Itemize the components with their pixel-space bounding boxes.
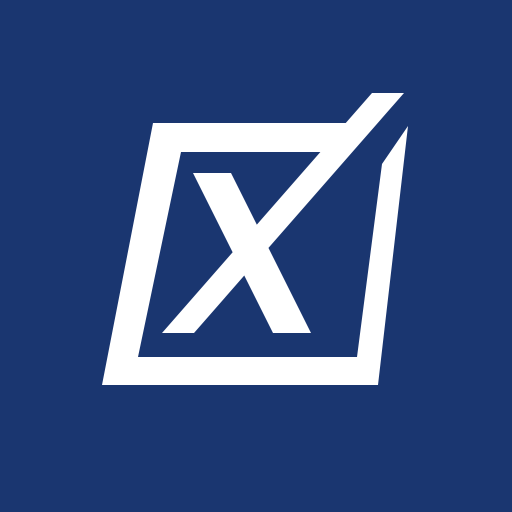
- checkbox-x-logo-icon: [102, 93, 408, 385]
- logo-mark: [102, 93, 408, 385]
- app-icon-canvas: [0, 0, 512, 512]
